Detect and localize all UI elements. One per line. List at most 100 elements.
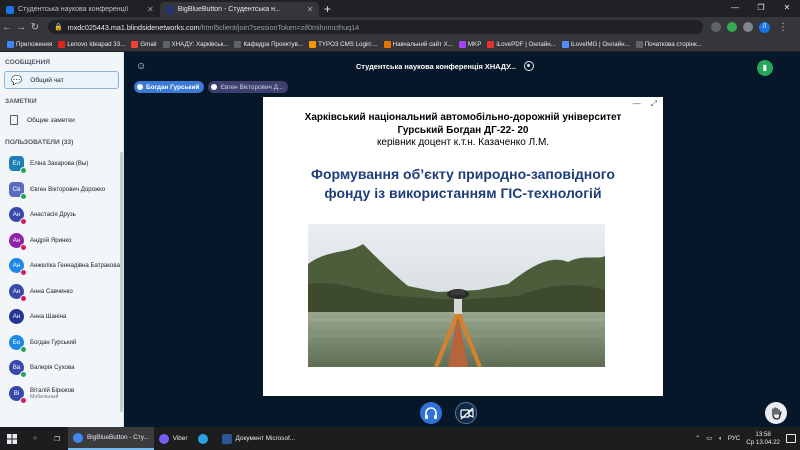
bookmark-favicon bbox=[309, 40, 317, 48]
user-list-item[interactable]: Ан Анжеліка Геннадівна Батракова bbox=[0, 253, 123, 279]
video-off-icon bbox=[460, 407, 474, 420]
browser-tab-conference[interactable]: Студентська наукова конференції ✕ bbox=[0, 2, 160, 17]
tab-label: Студентська наукова конференції bbox=[18, 6, 129, 13]
taskbar-app-chrome[interactable]: BigBlueButton - Сту... bbox=[68, 427, 154, 450]
user-list-item[interactable]: Бо Богдан Гурський bbox=[0, 330, 123, 356]
user-name: Анжеліка Геннадівна Батракова bbox=[30, 262, 120, 270]
avatar: Ві bbox=[9, 385, 27, 404]
search-icon[interactable]: ○ bbox=[24, 427, 46, 450]
new-tab-button[interactable]: + bbox=[319, 2, 335, 17]
user-name: Еліна Захарова (Вы) bbox=[30, 160, 89, 168]
muted-mic-badge bbox=[20, 396, 27, 404]
reload-icon[interactable]: ↻ bbox=[28, 22, 42, 33]
bookmark-apps[interactable]: Приложения bbox=[4, 40, 55, 48]
user-name: Анастасія Друзь bbox=[30, 211, 76, 219]
muted-mic-badge bbox=[20, 218, 27, 226]
fullscreen-icon[interactable]: ⤢ bbox=[651, 99, 657, 109]
minimize-presentation-icon[interactable]: — bbox=[633, 99, 641, 109]
bigbluebutton-app: СООБЩЕНИЯ 💬 Общий чат ЗАМЕТКИ Общие заме… bbox=[0, 52, 800, 427]
user-list-item[interactable]: Ві Віталій Бірюков Мобильный bbox=[0, 381, 123, 407]
word-icon bbox=[221, 433, 232, 444]
user-list-item[interactable]: Ва Валерія Сухова bbox=[0, 355, 123, 381]
user-list-scrollbar[interactable] bbox=[120, 152, 123, 412]
slide-header: Харківський національний автомобільно-до… bbox=[263, 112, 663, 150]
avatar: Ел bbox=[9, 156, 27, 175]
share-webcam-button[interactable] bbox=[455, 402, 477, 424]
bookmark-item[interactable]: Lenovo Ideapad 33... bbox=[55, 40, 128, 48]
puzzle-icon[interactable] bbox=[743, 22, 753, 32]
connection-status-icon[interactable]: ▮ bbox=[757, 60, 773, 76]
nav-bar: ☺ Студентська наукова конференція ХНАДУ.… bbox=[124, 52, 800, 80]
close-window-icon[interactable]: ✕ bbox=[774, 0, 800, 15]
avatar: Ан bbox=[9, 283, 27, 302]
bookmark-item[interactable]: MKP bbox=[456, 40, 484, 48]
tray-chevron-icon[interactable]: ⌃ bbox=[695, 435, 700, 442]
chrome-icon bbox=[73, 432, 83, 443]
taskbar-app-viber[interactable]: Viber bbox=[154, 427, 193, 450]
user-name: Євген Вікторович Дорожко bbox=[30, 185, 106, 193]
profile-avatar[interactable]: Л bbox=[759, 21, 770, 33]
forward-icon[interactable]: → bbox=[14, 22, 28, 33]
user-list-panel: СООБЩЕНИЯ 💬 Общий чат ЗАМЕТКИ Общие заме… bbox=[0, 52, 124, 427]
close-icon[interactable]: ✕ bbox=[307, 5, 314, 14]
talker-badge[interactable]: Богдан Гурський bbox=[134, 81, 205, 93]
user-name: Віталій Бірюков Мобильный bbox=[30, 386, 75, 400]
muted-mic-badge bbox=[20, 294, 27, 302]
mic-badge bbox=[20, 345, 27, 353]
tab-label: BigBlueButton - Студентська н... bbox=[177, 6, 281, 13]
bookmark-item[interactable]: ХНАДУ: Харківськ... bbox=[160, 40, 232, 48]
task-view-icon[interactable]: ❒ bbox=[46, 427, 68, 450]
maximize-icon[interactable]: ❐ bbox=[748, 0, 774, 15]
volume-icon[interactable]: ◖ bbox=[718, 435, 722, 442]
browser-tab-bigbluebutton[interactable]: BigBlueButton - Студентська н... ✕ bbox=[159, 2, 320, 17]
bookmarks-bar: Приложения Lenovo Ideapad 33... Gmail ХН… bbox=[0, 37, 800, 52]
user-list-item[interactable]: Св Євген Вікторович Дорожко bbox=[0, 177, 123, 203]
bookmark-favicon bbox=[162, 40, 170, 48]
talker-badge[interactable]: Євген Вікторович Д... bbox=[208, 81, 289, 93]
extension-icon[interactable] bbox=[711, 22, 721, 32]
leave-audio-button[interactable] bbox=[420, 402, 442, 424]
url-text: mxdc025443.ma1.blindsidenetworks.com/htm… bbox=[67, 22, 360, 32]
talking-indicator: Богдан Гурський Євген Вікторович Д... bbox=[134, 81, 289, 93]
start-button[interactable] bbox=[0, 427, 24, 450]
chat-icon: 💬 bbox=[11, 74, 23, 85]
menu-dots-icon[interactable]: ⋮ bbox=[776, 22, 790, 33]
extension-icon[interactable] bbox=[727, 22, 737, 32]
bookmark-item[interactable]: iLovePDF | Онлайн... bbox=[484, 40, 559, 48]
user-list-toggle-icon[interactable]: ☺ bbox=[136, 61, 146, 72]
bookmark-item[interactable]: Навчальний сайт Х... bbox=[381, 40, 456, 48]
presentation-area: ☺ Студентська наукова конференція ХНАДУ.… bbox=[124, 52, 800, 427]
bookmark-item[interactable]: Початкова сторінк... bbox=[633, 40, 705, 48]
url-input[interactable]: 🔒 mxdc025443.ma1.blindsidenetworks.com/h… bbox=[48, 20, 703, 34]
slide-university: Харківський національний автомобільно-до… bbox=[304, 112, 622, 123]
public-chat-item[interactable]: 💬 Общий чат bbox=[4, 71, 119, 89]
bookmark-item[interactable]: iLoveIMG | Онлайн... bbox=[559, 40, 633, 48]
telegram-icon bbox=[197, 433, 208, 444]
recording-indicator-icon[interactable] bbox=[524, 61, 534, 71]
user-list-item[interactable]: Ан Анна Савченко bbox=[0, 279, 123, 305]
user-list-item[interactable]: Ан Анна Шаніна bbox=[0, 304, 123, 330]
bookmark-gmail[interactable]: Gmail bbox=[128, 40, 159, 48]
user-list-item[interactable]: Ел Еліна Захарова (Вы) bbox=[0, 151, 123, 177]
address-bar: ← → ↻ 🔒 mxdc025443.ma1.blindsidenetworks… bbox=[0, 17, 800, 37]
raise-hand-button[interactable] bbox=[765, 402, 787, 424]
close-icon[interactable]: ✕ bbox=[147, 5, 154, 14]
taskbar-app-telegram[interactable] bbox=[193, 427, 217, 450]
language-indicator[interactable]: РУС bbox=[728, 435, 740, 442]
bookmark-item[interactable]: Кафедра Проектув... bbox=[231, 40, 306, 48]
notification-icon[interactable] bbox=[786, 434, 796, 443]
user-name: Валерія Сухова bbox=[30, 364, 75, 372]
avatar: Бо bbox=[9, 334, 27, 353]
lock-icon[interactable]: 🔒 bbox=[54, 23, 63, 31]
back-icon[interactable]: ← bbox=[0, 22, 14, 33]
windows-logo-icon bbox=[7, 433, 17, 444]
shared-notes-item[interactable]: Общие заметки bbox=[4, 112, 119, 128]
clock[interactable]: 13:58 Ср 13.04.22 bbox=[746, 431, 780, 447]
bookmark-item[interactable]: TYPO3 CMS Login:... bbox=[306, 40, 381, 48]
network-icon[interactable]: ▭ bbox=[706, 435, 712, 442]
taskbar-app-word[interactable]: Документ Microsof... bbox=[217, 427, 301, 450]
user-list-item[interactable]: Ан Андрій Яринко bbox=[0, 228, 123, 254]
user-list-item[interactable]: Ан Анастасія Друзь bbox=[0, 202, 123, 228]
minimize-icon[interactable]: — bbox=[722, 0, 748, 15]
status-badge bbox=[20, 167, 27, 175]
